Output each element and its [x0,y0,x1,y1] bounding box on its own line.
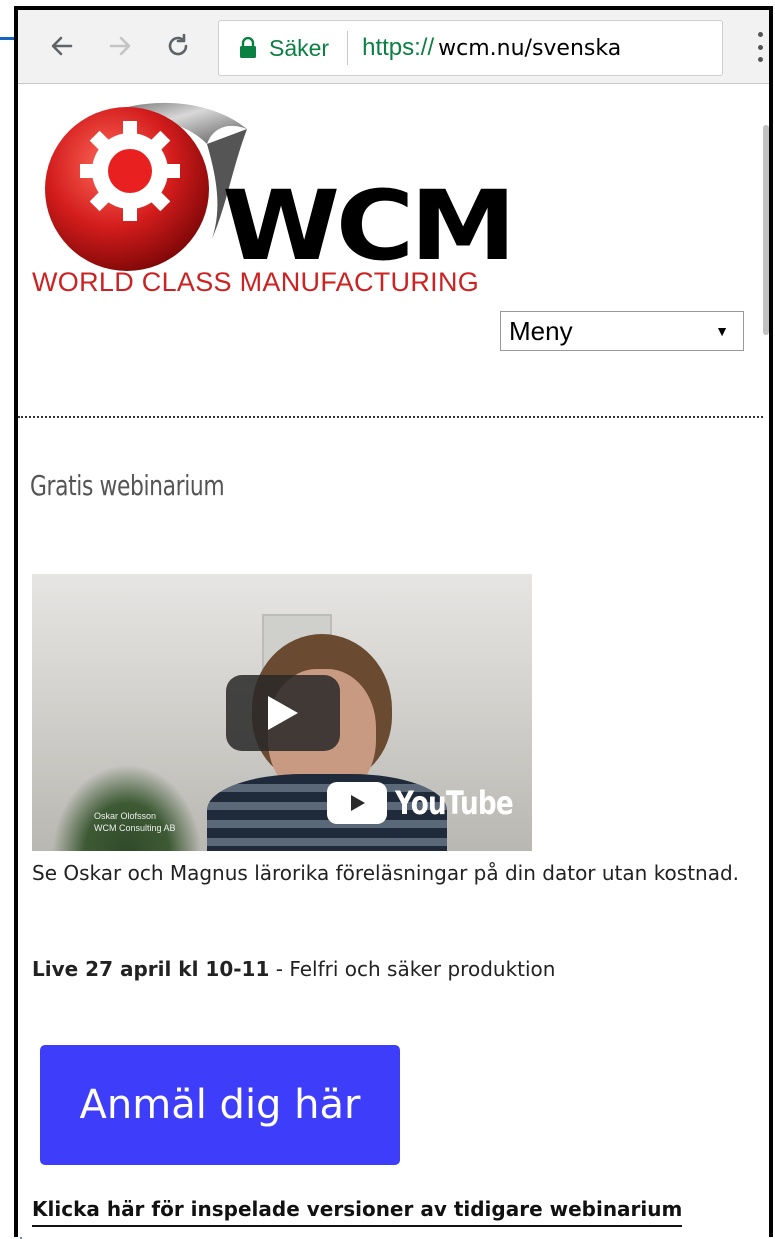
play-icon [268,696,298,730]
arrow-left-icon [51,36,73,56]
section-divider [18,416,763,418]
back-button[interactable] [44,28,80,64]
youtube-icon [327,782,387,824]
dropdown-arrow-icon: ▼ [715,323,729,339]
wcm-logo-icon: WCM [45,102,516,282]
browser-window: Säker https:// wcm.nu/svenska WCM WORLD … [14,6,773,1237]
logo-tagline: WORLD CLASS MANUFACTURING [32,267,480,297]
dot-icon [757,44,763,50]
live-event-topic: - Felfri och säker produktion [269,957,556,981]
scrollbar[interactable] [763,125,769,335]
youtube-watermark[interactable]: YouTube [327,782,532,824]
play-button[interactable] [226,675,340,751]
menu-dropdown[interactable]: Meny ▼ [500,311,744,351]
url-host: wcm.nu/svenska [438,35,622,61]
url-protocol: https:// [362,34,435,61]
live-event-date: Live 27 april kl 10-11 [32,957,270,981]
page-content: WCM WORLD CLASS MANUFACTURING Meny ▼ Gra… [18,85,769,1237]
logo-wordmark: WCM [222,170,512,274]
register-button[interactable]: Anmäl dig här [40,1045,400,1165]
site-logo[interactable]: WCM WORLD CLASS MANUFACTURING [22,89,516,299]
address-bar[interactable]: Säker https:// wcm.nu/svenska [218,20,723,76]
live-event-info: Live 27 april kl 10-11 - Felfri och säke… [32,957,555,981]
reload-button[interactable] [160,28,196,64]
video-player[interactable]: YouTube Oskar Olofsson WCM Consulting AB [32,574,532,851]
page-title: Gratis webinarium [30,469,225,502]
webinar-description: Se Oskar och Magnus lärorika föreläsning… [32,861,740,885]
browser-menu-button[interactable] [753,32,767,62]
arrow-right-icon [109,36,131,56]
dot-icon [757,32,763,37]
reload-icon [168,33,188,56]
video-thumbnail-plant [52,764,202,851]
forward-button[interactable] [102,28,138,64]
dot-icon [757,57,763,62]
menu-selected-value: Meny [509,315,573,346]
video-caption-company: WCM Consulting AB [94,823,176,833]
lock-icon [237,36,259,60]
secure-label: Säker [269,34,330,61]
youtube-label: YouTube [395,784,514,822]
video-caption: Oskar Olofsson WCM Consulting AB [94,810,176,834]
video-caption-name: Oskar Olofsson [94,811,157,821]
recorded-webinars-link[interactable]: Klicka här för inspelade versioner av ti… [32,1197,683,1227]
address-divider [347,31,349,65]
browser-toolbar: Säker https:// wcm.nu/svenska [18,10,769,84]
